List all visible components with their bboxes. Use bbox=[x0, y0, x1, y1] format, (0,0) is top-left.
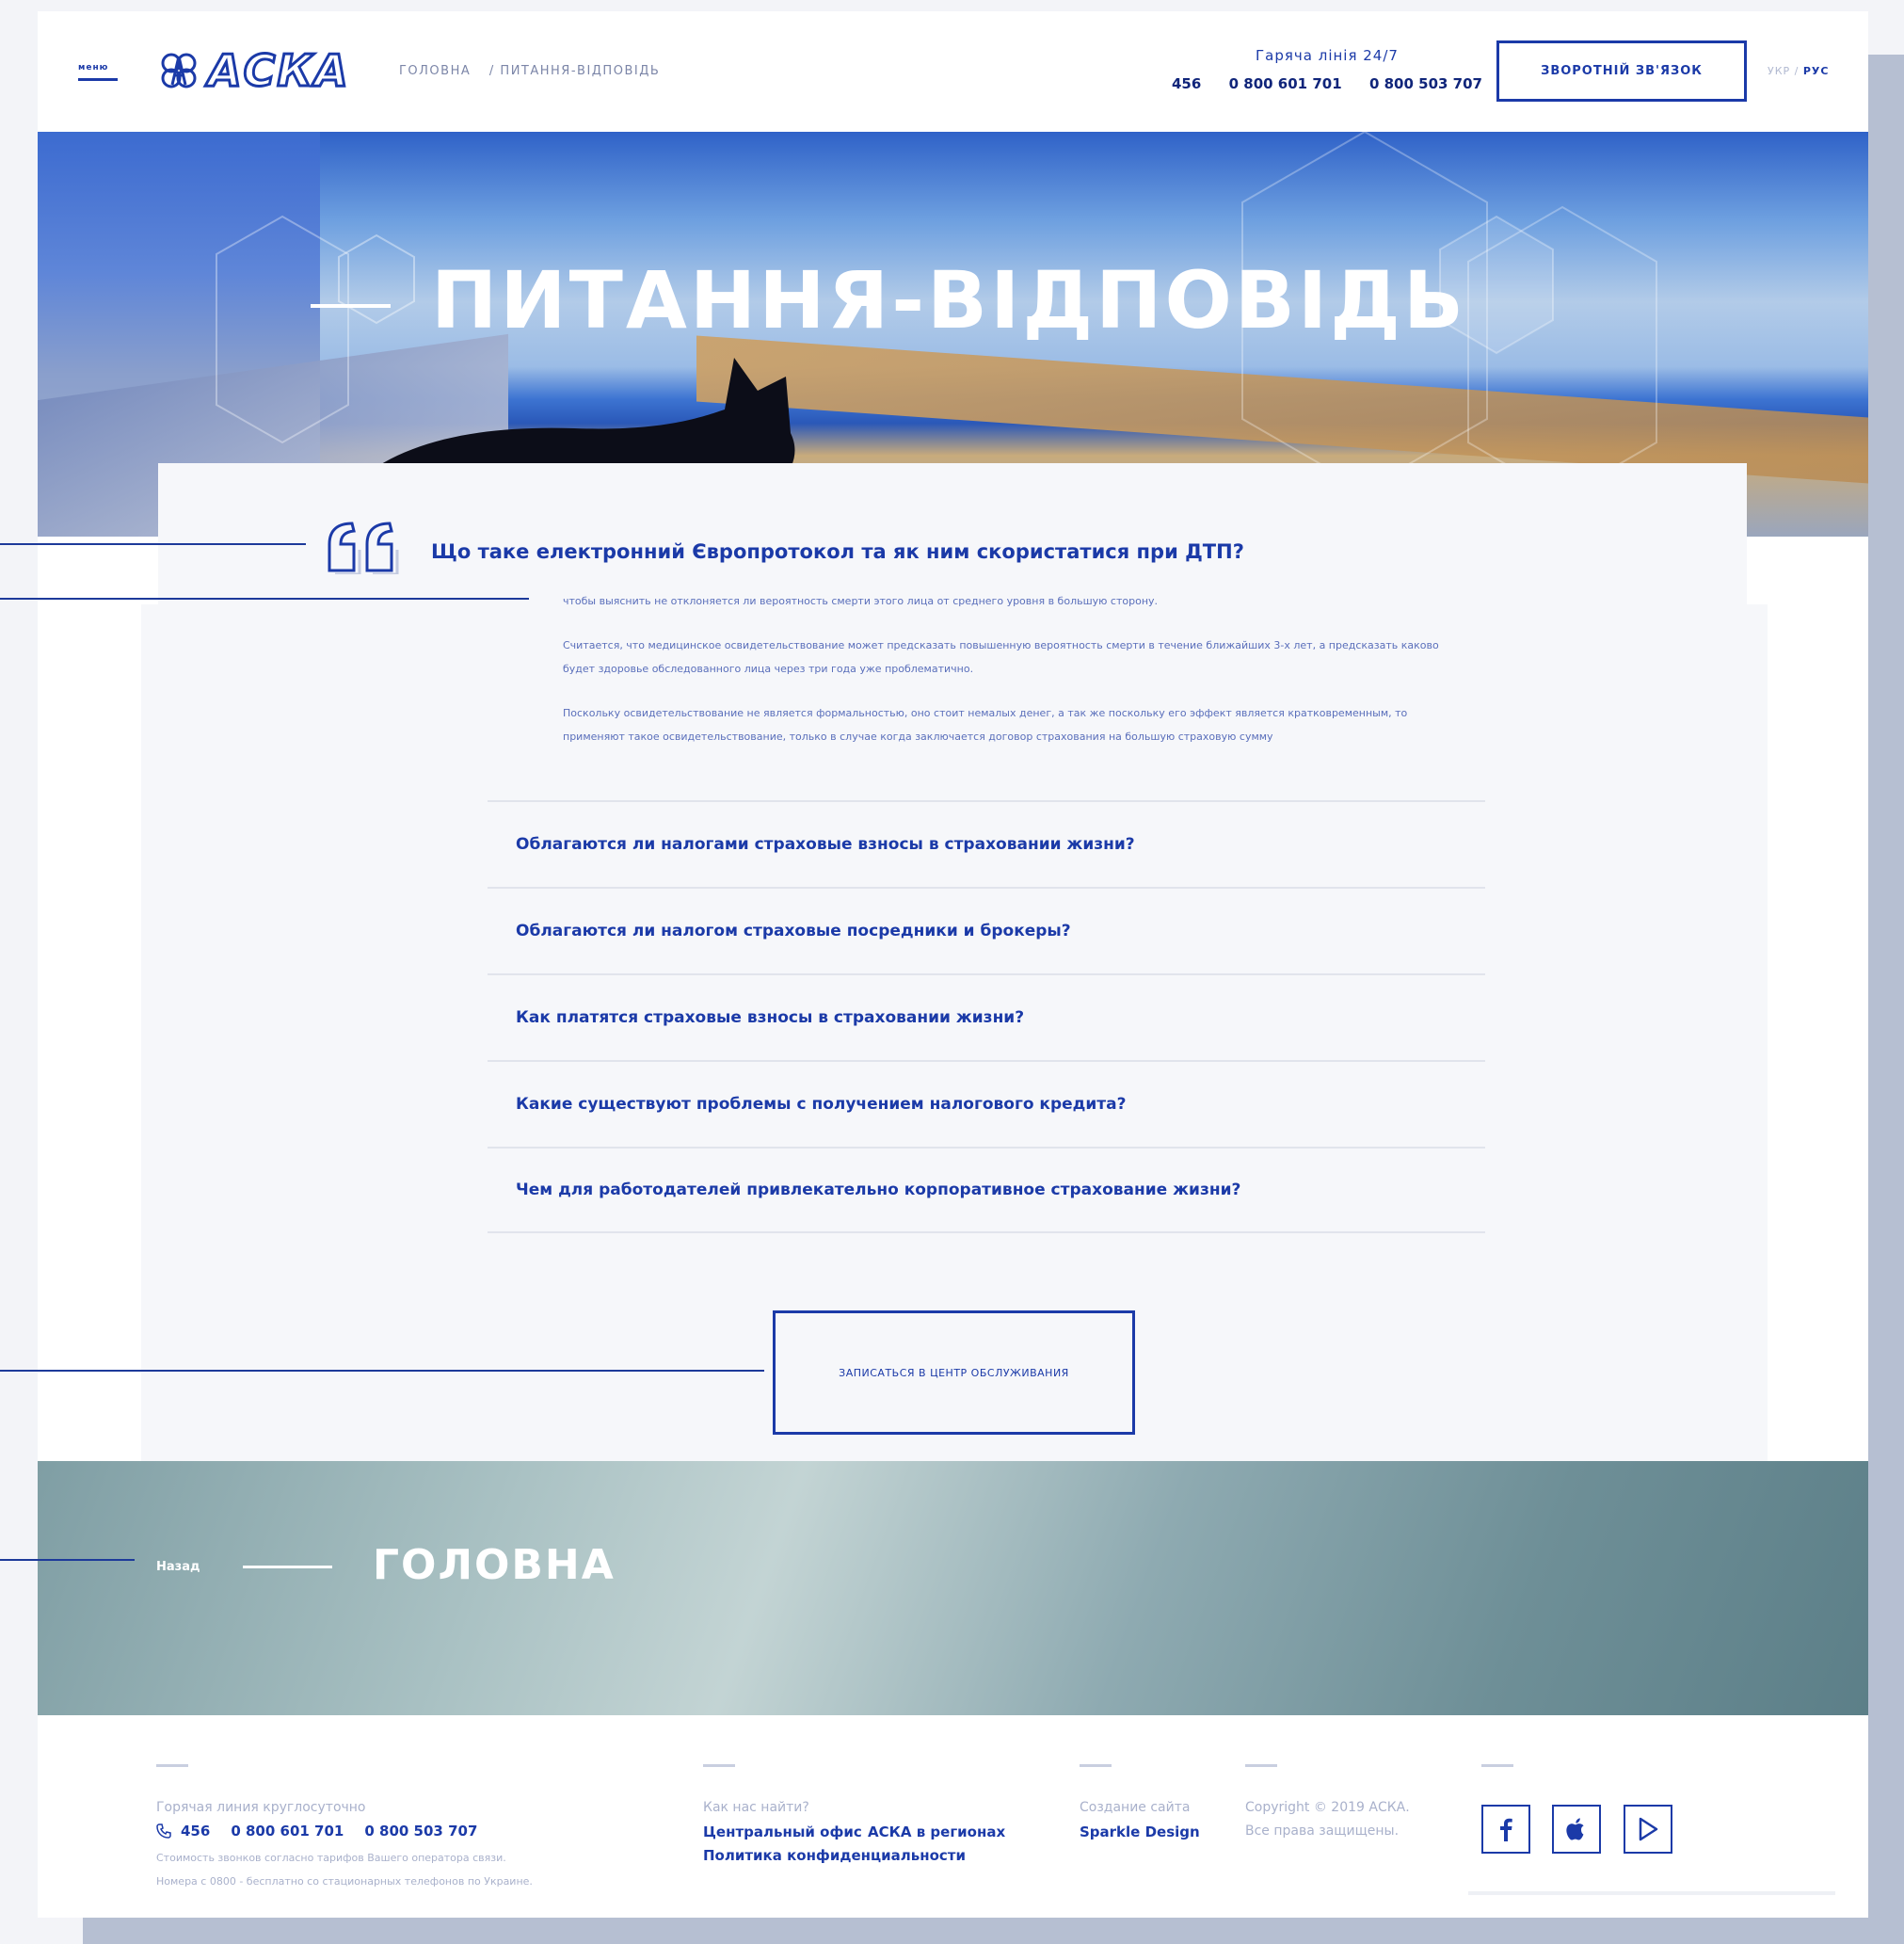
footer-site-created-title: Создание сайта bbox=[1080, 1800, 1191, 1815]
breadcrumb-home[interactable]: ГОЛОВНА bbox=[399, 64, 471, 78]
annotation-line bbox=[0, 543, 306, 545]
breadcrumb-current: / ПИТАННЯ-ВІДПОВІДЬ bbox=[488, 64, 661, 78]
language-switcher: УКР / РУС bbox=[1768, 65, 1829, 77]
annotation-line bbox=[0, 1559, 135, 1561]
footer-note-1: Стоимость звонков согласно тарифов Вашег… bbox=[156, 1852, 506, 1864]
faq-question[interactable]: Облагаются ли налогом страховые посредни… bbox=[488, 887, 1485, 973]
faq-question[interactable]: Как платятся страховые взносы в страхова… bbox=[488, 973, 1485, 1060]
footer-number-1[interactable]: 0 800 601 701 bbox=[231, 1823, 344, 1840]
menu-label: меню bbox=[78, 63, 109, 72]
hotline-number-short[interactable]: 456 bbox=[1172, 75, 1201, 92]
hero-dash bbox=[311, 304, 391, 308]
callback-button[interactable]: ЗВОРОТНІЙ ЗВ'ЯЗОК bbox=[1496, 40, 1747, 102]
logo[interactable]: АСКА bbox=[157, 44, 350, 98]
footer-dash bbox=[1245, 1764, 1277, 1767]
facebook-icon bbox=[1500, 1818, 1512, 1841]
back-link-home[interactable]: ГОЛОВНА bbox=[373, 1541, 616, 1589]
hotline-title: Гаряча лінія 24/7 bbox=[1256, 47, 1399, 64]
hotline-number-1[interactable]: 0 800 601 701 bbox=[1229, 75, 1342, 92]
answer-paragraph: Считается, что медицинское освидетельств… bbox=[563, 639, 1439, 675]
google-play-icon bbox=[1639, 1817, 1658, 1841]
footer-regions-link[interactable]: АСКА в регионах bbox=[868, 1824, 1005, 1840]
answer-paragraph: Поскольку освидетельствование не являетс… bbox=[563, 707, 1408, 743]
hotline: Гаряча лінія 24/7 456 0 800 601 701 0 80… bbox=[1172, 47, 1482, 92]
faq-list: Облагаются ли налогами страховые взносы … bbox=[488, 800, 1485, 1233]
back-dash bbox=[243, 1566, 332, 1568]
footer-privacy-link[interactable]: Политика конфиденциальности bbox=[703, 1847, 966, 1864]
page: меню АСКА ГОЛОВНА / ПИТАННЯ-ВІДПОВІДЬ Га… bbox=[38, 11, 1868, 1918]
page-title: ПИТАННЯ-ВІДПОВІДЬ bbox=[431, 254, 1466, 346]
lang-ukr[interactable]: УКР / bbox=[1768, 65, 1799, 77]
quote-icon bbox=[328, 522, 399, 574]
footer-number-2[interactable]: 0 800 503 707 bbox=[364, 1823, 477, 1840]
appointment-button[interactable]: ЗАПИСАТЬСЯ В ЦЕНТР ОБСЛУЖИВАНИЯ bbox=[773, 1310, 1135, 1435]
footer-dash bbox=[156, 1764, 188, 1767]
menu-button[interactable]: меню bbox=[78, 63, 118, 81]
faq-open-question[interactable]: Що таке електронний Європротокол та як н… bbox=[431, 540, 1244, 563]
hotline-numbers: 456 0 800 601 701 0 800 503 707 bbox=[1172, 75, 1482, 92]
apple-store-button[interactable] bbox=[1552, 1805, 1601, 1854]
annotation-line bbox=[0, 598, 529, 600]
back-label[interactable]: Назад bbox=[156, 1560, 200, 1574]
footer-divider bbox=[1468, 1891, 1835, 1895]
faq-question[interactable]: Какие существуют проблемы с получением н… bbox=[488, 1060, 1485, 1147]
google-play-button[interactable] bbox=[1624, 1805, 1672, 1854]
breadcrumb: ГОЛОВНА / ПИТАННЯ-ВІДПОВІДЬ bbox=[399, 64, 660, 78]
footer-phones: 456 0 800 601 701 0 800 503 707 bbox=[156, 1823, 477, 1840]
hotline-number-2[interactable]: 0 800 503 707 bbox=[1369, 75, 1482, 92]
faq-answer: чтобы выяснить не отклоняется ли вероятн… bbox=[563, 589, 1466, 769]
footer-dash bbox=[1080, 1764, 1112, 1767]
footer-dash bbox=[1481, 1764, 1513, 1767]
footer-site-created-link[interactable]: Sparkle Design bbox=[1080, 1824, 1200, 1840]
faq-question[interactable]: Чем для работодателей привлекательно кор… bbox=[488, 1147, 1485, 1233]
logo-emblem-icon bbox=[161, 53, 197, 88]
footer-find-title: Как нас найти? bbox=[703, 1800, 809, 1815]
phone-icon bbox=[156, 1824, 171, 1839]
faq-question[interactable]: Облагаются ли налогами страховые взносы … bbox=[488, 800, 1485, 887]
facebook-button[interactable] bbox=[1481, 1805, 1530, 1854]
footer-number-short[interactable]: 456 bbox=[181, 1823, 210, 1840]
footer-rights: Все права защищены. bbox=[1245, 1824, 1400, 1839]
footer-copyright: Copyright © 2019 АСКА. bbox=[1245, 1800, 1410, 1815]
logo-text: АСКА bbox=[207, 44, 350, 98]
answer-paragraph: чтобы выяснить не отклоняется ли вероятн… bbox=[563, 595, 1159, 607]
footer-note-2: Номера с 0800 - бесплатно со стационарны… bbox=[156, 1875, 533, 1888]
footer-dash bbox=[703, 1764, 735, 1767]
header: меню АСКА ГОЛОВНА / ПИТАННЯ-ВІДПОВІДЬ Га… bbox=[38, 11, 1868, 132]
footer-central-office-link[interactable]: Центральный офис bbox=[703, 1824, 862, 1840]
back-banner bbox=[38, 1461, 1868, 1715]
footer-hotline-title: Горячая линия круглосуточно bbox=[156, 1800, 366, 1815]
lang-rus[interactable]: РУС bbox=[1803, 65, 1830, 77]
menu-bar-icon bbox=[78, 78, 118, 81]
apple-icon bbox=[1566, 1818, 1584, 1840]
annotation-line bbox=[0, 1370, 764, 1372]
